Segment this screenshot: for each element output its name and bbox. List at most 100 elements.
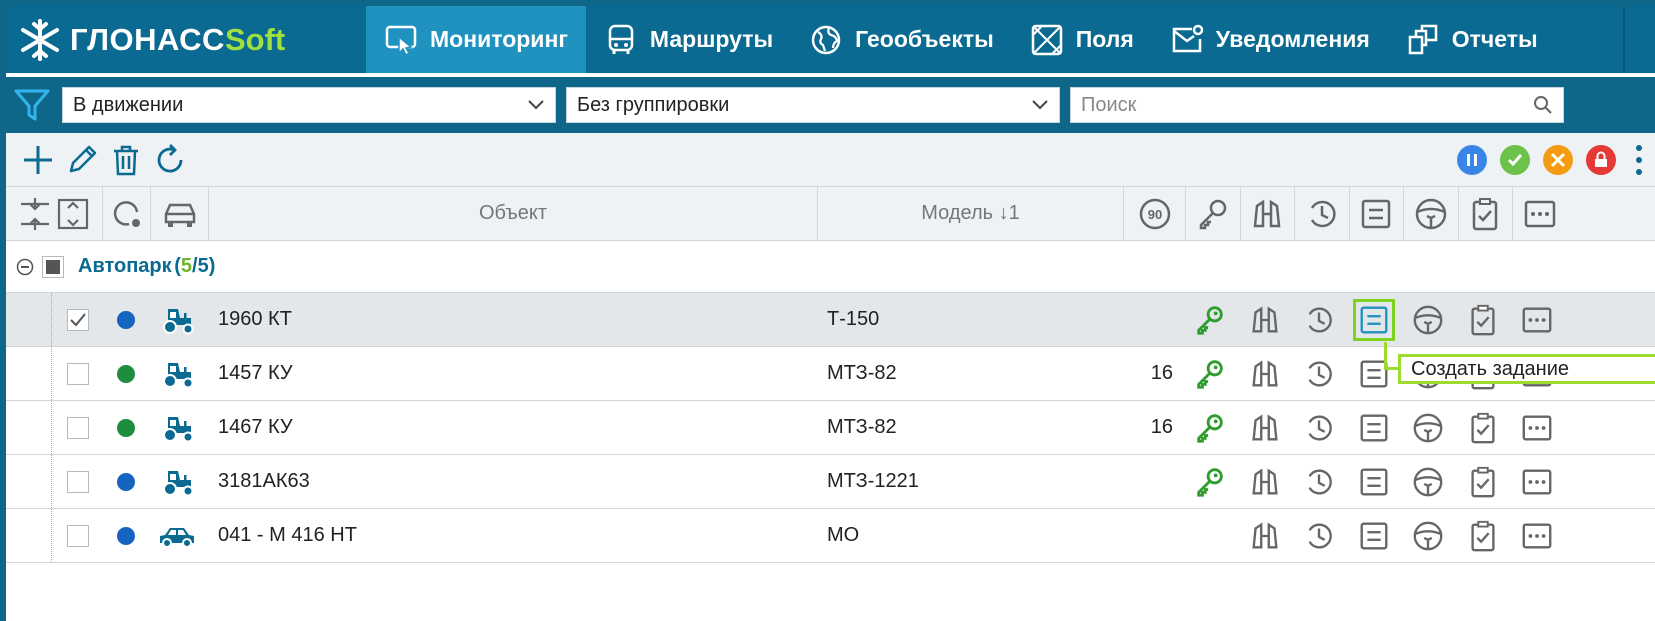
driver-cell[interactable] (1401, 509, 1456, 562)
more-cell[interactable] (1510, 455, 1565, 508)
edit-button[interactable] (60, 138, 104, 182)
tab-reports[interactable]: Отчеты (1388, 6, 1556, 73)
type-column-header[interactable] (151, 187, 209, 240)
locked-status-button[interactable] (1586, 144, 1616, 175)
tab-fields[interactable]: Поля (1012, 6, 1152, 73)
track-cell[interactable] (1238, 347, 1293, 400)
checklist-column-header[interactable] (1459, 187, 1513, 240)
ignition-cell (1183, 455, 1238, 508)
more-cell[interactable] (1510, 293, 1565, 346)
tab-routes[interactable]: Маршруты (586, 6, 791, 73)
more-icon (1522, 468, 1552, 495)
toolbar (6, 133, 1655, 187)
task-column-header[interactable] (1350, 187, 1404, 240)
track-cell[interactable] (1238, 293, 1293, 346)
pencil-icon (69, 145, 97, 172)
more-menu-button[interactable] (1629, 140, 1649, 180)
row-checkbox[interactable] (67, 470, 89, 493)
object-column-header[interactable]: Объект (209, 187, 818, 240)
pause-status-button[interactable] (1457, 144, 1487, 175)
driver-column-header[interactable] (1404, 187, 1459, 240)
clipboard-check-icon (1471, 466, 1495, 497)
object-name[interactable]: 041 - М 416 НТ (206, 524, 815, 547)
more-cell[interactable] (1510, 401, 1565, 454)
more-cell[interactable] (1510, 509, 1565, 562)
table-row[interactable]: 1960 КТ Т-150 (6, 293, 1655, 347)
row-checkbox[interactable] (67, 308, 89, 331)
object-name[interactable]: 3181АК63 (206, 470, 815, 493)
row-checkbox[interactable] (67, 524, 89, 547)
row-checkbox[interactable] (67, 362, 89, 385)
history-cell[interactable] (1292, 509, 1347, 562)
collapse-rows-icon (21, 197, 49, 230)
driver-cell[interactable] (1401, 455, 1456, 508)
actions-column-header[interactable] (1513, 187, 1568, 240)
checklist-cell[interactable] (1456, 509, 1511, 562)
checklist-cell[interactable] (1456, 293, 1511, 346)
search-input[interactable] (1081, 93, 1481, 117)
group-row[interactable]: Автопарк (5/5) (6, 241, 1655, 293)
checklist-cell[interactable] (1456, 401, 1511, 454)
status-column-header[interactable] (103, 187, 151, 240)
status-filter-buttons (1457, 140, 1649, 180)
tab-monitoring[interactable]: Мониторинг (366, 6, 586, 73)
ignition-column-header[interactable] (1186, 187, 1241, 240)
clipboard-check-icon (1473, 197, 1498, 230)
task-cell[interactable] (1347, 293, 1402, 346)
binoculars-icon (1252, 359, 1278, 387)
history-cell[interactable] (1292, 455, 1347, 508)
history-cell[interactable] (1292, 347, 1347, 400)
history-column-header[interactable] (1295, 187, 1350, 240)
track-column-header[interactable] (1241, 187, 1295, 240)
table-row[interactable]: 3181АК63 МТЗ-1221 (6, 455, 1655, 509)
task-cell[interactable] (1347, 455, 1402, 508)
task-cell[interactable] (1347, 401, 1402, 454)
clipboard-check-icon (1471, 520, 1495, 551)
driver-cell[interactable] (1401, 293, 1456, 346)
search-icon[interactable] (1533, 95, 1553, 115)
table-row[interactable]: 041 - М 416 НТ МО (6, 509, 1655, 563)
group-close-paren: ) (208, 255, 216, 277)
speed-column-header[interactable]: 90 (1124, 187, 1186, 240)
object-name[interactable]: 1467 КУ (206, 416, 815, 439)
history-cell[interactable] (1292, 401, 1347, 454)
service-status-button[interactable] (1543, 144, 1573, 175)
task-cell[interactable] (1347, 509, 1402, 562)
state-filter-select[interactable]: В движении (62, 87, 556, 123)
table-row[interactable]: 1467 КУ МТЗ-82 16 (6, 401, 1655, 455)
history-icon (1308, 361, 1333, 386)
tab-label: Уведомления (1215, 26, 1370, 52)
track-cell[interactable] (1238, 455, 1293, 508)
logo[interactable]: ГЛОНАСС Soft (6, 6, 366, 73)
row-checkbox[interactable] (67, 416, 89, 439)
ok-status-button[interactable] (1500, 144, 1530, 175)
group-checkbox[interactable] (42, 255, 64, 278)
checklist-cell[interactable] (1456, 455, 1511, 508)
model-column-header[interactable]: Модель ↓1 (818, 187, 1124, 240)
tab-label: Поля (1075, 26, 1134, 52)
track-cell[interactable] (1238, 509, 1293, 562)
object-name[interactable]: 1457 КУ (206, 362, 815, 385)
globe-icon (811, 25, 841, 54)
tab-geoobjects[interactable]: Геообъекты (791, 6, 1012, 73)
object-name[interactable]: 1960 КТ (206, 308, 815, 331)
add-button[interactable] (16, 138, 60, 182)
delete-button[interactable] (104, 138, 148, 182)
expand-collapse-header[interactable] (6, 187, 103, 240)
model-name: Т-150 (827, 308, 880, 330)
grouping-select[interactable]: Без группировки (566, 87, 1060, 123)
history-cell[interactable] (1292, 293, 1347, 346)
collapse-group-icon[interactable] (16, 258, 34, 276)
tab-label: Мониторинг (430, 26, 568, 52)
notification-icon (1172, 24, 1204, 52)
refresh-button[interactable] (148, 138, 192, 182)
driver-cell[interactable] (1401, 401, 1456, 454)
filter-icon[interactable] (12, 85, 52, 125)
tab-notifications[interactable]: Уведомления (1152, 6, 1388, 73)
brand-suffix: Soft (224, 21, 286, 57)
model-name: МТЗ-1221 (827, 470, 919, 492)
track-cell[interactable] (1238, 401, 1293, 454)
refresh-icon (157, 143, 183, 172)
row-checkbox-cell (53, 470, 103, 493)
ignition-key-icon (1197, 467, 1223, 497)
